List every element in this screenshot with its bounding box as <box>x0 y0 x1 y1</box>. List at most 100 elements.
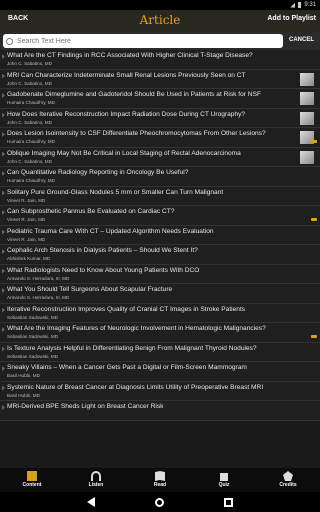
chevron-right-icon <box>2 249 5 254</box>
search-box[interactable] <box>3 34 283 48</box>
signal-icon <box>290 2 296 8</box>
article-title: Solitary Pure Ground-Glass Nodules 5 mm … <box>7 188 224 196</box>
cancel-button[interactable]: CANCEL <box>289 37 314 43</box>
article-title: Can Subprosthetic Pannus Be Evaluated on… <box>7 208 175 215</box>
article-author: Armando S. Herradura, III, MD <box>7 295 70 300</box>
article-title: Is Texture Analysis Helpful in Different… <box>7 344 257 352</box>
key-icon <box>311 335 317 338</box>
article-author: Humaira Chaudhry, MD <box>7 178 55 183</box>
nav-quiz[interactable]: Quiz <box>199 468 249 492</box>
add-to-playlist-button[interactable]: Add to Playlist <box>267 15 316 22</box>
article-title: Cephalic Arch Stenosis in Dialysis Patie… <box>7 247 198 254</box>
chevron-right-icon <box>2 366 5 371</box>
article-title: Sneaky Villains – When a Cancer Gets Pas… <box>7 364 247 371</box>
article-author: Sebastian Sadowski, MD <box>7 314 59 320</box>
article-title: Does Lesion Isointensity to CSF Differen… <box>7 130 266 137</box>
key-icon <box>311 218 317 221</box>
list-item[interactable]: Pediatric Trauma Care With CT – Updated … <box>0 225 320 245</box>
nav-label: Read <box>153 482 167 488</box>
list-item[interactable]: What Are the CT Findings in RCC Associat… <box>0 50 320 70</box>
chevron-right-icon <box>2 151 5 157</box>
chevron-right-icon <box>2 229 5 235</box>
article-title: Can Quantitative Radiology Reporting in … <box>7 169 189 176</box>
chevron-right-icon <box>2 190 5 196</box>
article-author: John C. Sabatino, MD <box>7 61 52 66</box>
search-bar: CANCEL <box>0 32 320 50</box>
chevron-right-icon <box>2 327 5 332</box>
chevron-right-icon <box>2 346 5 352</box>
article-author: Basil Hubbi, MD <box>7 392 40 398</box>
article-title: Iterative Reconstruction Improves Qualit… <box>7 305 246 313</box>
article-title: What You Should Tell Surgeons About Scap… <box>7 286 173 293</box>
article-author: John C. Sabatino, MD <box>7 158 52 164</box>
article-thumbnail <box>300 72 314 86</box>
list-item[interactable]: Iterative Reconstruction Improves Qualit… <box>0 303 320 323</box>
article-author: Vineet R. Jain, MD <box>7 217 46 222</box>
article-list[interactable]: What Are the CT Findings in RCC Associat… <box>0 50 320 468</box>
list-item[interactable]: Can Subprosthetic Pannus Be Evaluated on… <box>0 206 320 226</box>
nav-label: Listen <box>88 482 104 488</box>
list-item[interactable]: Systemic Nature of Breast Cancer at Diag… <box>0 381 320 401</box>
nav-listen[interactable]: Listen <box>71 468 121 492</box>
nav-label: Content <box>22 482 42 488</box>
app-root: 9:31 BACK Article Add to Playlist CANCEL… <box>0 0 320 512</box>
article-title: Systemic Nature of Breast Cancer at Diag… <box>7 383 264 391</box>
nav-read[interactable]: Read <box>135 468 185 492</box>
chevron-right-icon <box>2 54 5 59</box>
content-icon <box>27 471 37 481</box>
article-title: Oblique Imaging May Not Be Critical in L… <box>7 149 241 157</box>
list-item[interactable]: MRI-Derived BPE Sheds Light on Breast Ca… <box>0 401 320 421</box>
system-home-icon[interactable] <box>155 497 164 507</box>
chevron-right-icon <box>2 385 5 391</box>
nav-content[interactable]: Content <box>7 468 57 492</box>
chevron-right-icon <box>2 171 5 176</box>
article-title: MRI-Derived BPE Sheds Light on Breast Ca… <box>7 403 164 410</box>
list-item[interactable]: MRI Can Characterize Indeterminate Small… <box>0 69 320 89</box>
status-time: 9:31 <box>304 2 316 8</box>
list-item[interactable]: How Does Iterative Reconstruction Impact… <box>0 108 320 128</box>
list-item[interactable]: Solitary Pure Ground-Glass Nodules 5 mm … <box>0 186 320 206</box>
top-bar: BACK Article Add to Playlist <box>0 10 320 32</box>
chevron-right-icon <box>2 73 5 79</box>
chevron-right-icon <box>2 210 5 215</box>
chevron-right-icon <box>2 307 5 313</box>
list-item[interactable]: Does Lesion Isointensity to CSF Differen… <box>0 128 320 148</box>
nav-label: Quiz <box>218 482 230 488</box>
list-item[interactable]: Gadobenate Dimeglumine and Gadoteridol S… <box>0 89 320 109</box>
list-item[interactable]: What Are the Imaging Features of Neurolo… <box>0 323 320 343</box>
article-title: How Does Iterative Reconstruction Impact… <box>7 110 246 118</box>
list-item[interactable]: Cephalic Arch Stenosis in Dialysis Patie… <box>0 245 320 265</box>
chevron-right-icon <box>2 288 5 293</box>
system-back-icon[interactable] <box>87 497 95 507</box>
search-icon <box>6 37 13 45</box>
key-icon <box>311 140 317 143</box>
article-author: Abhishek Kumar, MD <box>7 256 51 261</box>
article-author: Sebastian Sadowski, MD <box>7 334 59 339</box>
chevron-right-icon <box>2 405 5 410</box>
list-item[interactable]: Oblique Imaging May Not Be Critical in L… <box>0 147 320 167</box>
search-input[interactable] <box>17 37 267 45</box>
nav-label: Credits <box>279 482 297 488</box>
article-author: Sebastian Sadowski, MD <box>7 353 59 359</box>
bottom-nav: Content Listen Read Quiz Credits <box>0 468 320 492</box>
article-title: MRI Can Characterize Indeterminate Small… <box>7 71 246 79</box>
article-author: Armando S. Herradura, III, MD <box>7 275 70 281</box>
chevron-right-icon <box>2 268 5 274</box>
system-recents-icon[interactable] <box>224 497 233 507</box>
article-title: What Are the CT Findings in RCC Associat… <box>7 52 253 59</box>
list-item[interactable]: Sneaky Villains – When a Cancer Gets Pas… <box>0 362 320 382</box>
nav-credits[interactable]: Credits <box>263 468 313 492</box>
article-author: John C. Sabatino, MD <box>7 119 52 125</box>
headphones-icon <box>91 471 101 481</box>
list-item[interactable]: Can Quantitative Radiology Reporting in … <box>0 167 320 187</box>
article-thumbnail <box>300 92 314 105</box>
article-author: Vineet R. Jain, MD <box>7 197 46 203</box>
list-item[interactable]: Is Texture Analysis Helpful in Different… <box>0 342 320 362</box>
article-author: John C. Sabatino, MD <box>7 80 52 86</box>
article-author: Vineet R. Jain, MD <box>7 236 46 242</box>
article-title: Gadobenate Dimeglumine and Gadoteridol S… <box>7 91 261 98</box>
chevron-right-icon <box>2 132 5 137</box>
article-title: What Radiologists Need to Know About You… <box>7 266 200 274</box>
list-item[interactable]: What Radiologists Need to Know About You… <box>0 264 320 284</box>
list-item[interactable]: What You Should Tell Surgeons About Scap… <box>0 284 320 304</box>
